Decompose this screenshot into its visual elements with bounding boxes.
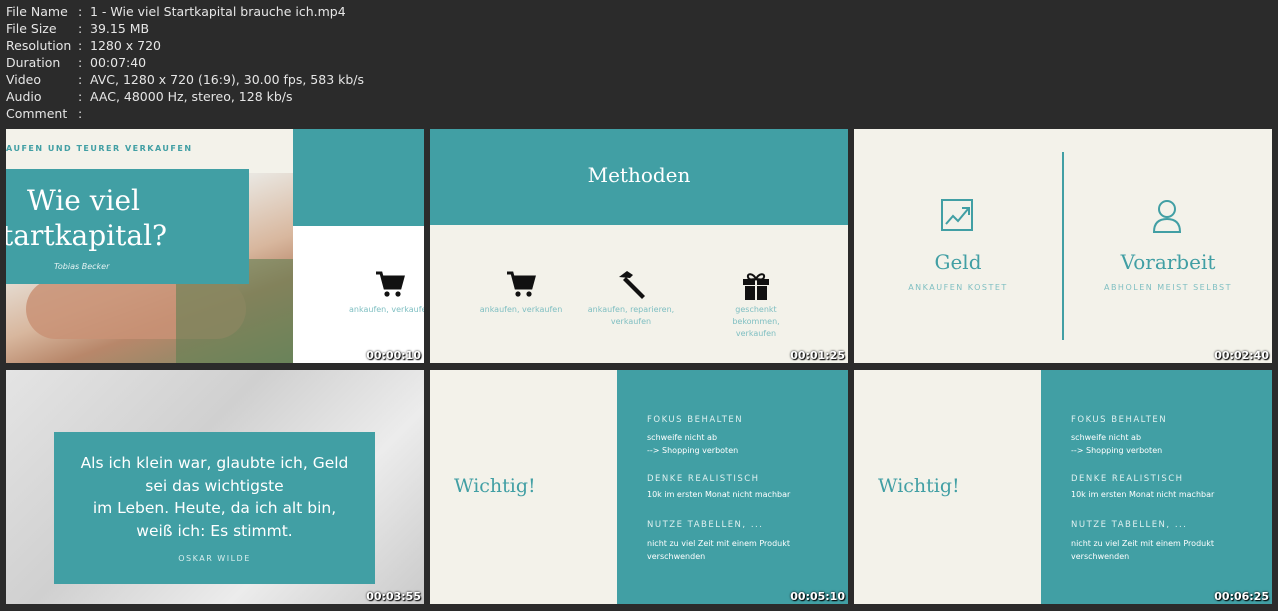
point-1-line-2: --> Shopping verboten [647,446,739,455]
timestamp: 00:03:55 [366,590,421,603]
point-3-line-1: nicht zu viel Zeit mit einem Produkt [1071,539,1214,548]
quote-author: OSKAR WILDE [178,554,251,563]
point-1-line-1: schweife nicht ab [1071,433,1142,442]
right-subtitle: ABHOLEN MEIST SELBST [1103,283,1233,292]
info-key: Comment [6,106,68,121]
chart-icon [940,198,974,232]
teal-block [293,129,424,226]
info-key: Audio [6,89,42,104]
point-1-line-2: --> Shopping verboten [1071,446,1163,455]
timestamp: 00:05:10 [790,590,845,603]
timestamp: 00:06:25 [1214,590,1269,603]
content-panel: FOKUS BEHALTEN schweife nicht ab --> Shop… [617,370,848,604]
slide-title: Wichtig! [454,475,536,497]
thumbnail-4[interactable]: Als ich klein war, glaubte ich, Geld sei… [6,370,424,604]
slide-title: Wichtig! [878,475,960,497]
info-row-duration: Duration:00:07:40 [6,55,147,70]
info-row-filesize: File Size:39.15 MB [6,21,150,36]
info-value: AVC, 1280 x 720 (16:9), 30.00 fps, 583 k… [90,72,365,87]
point-3-body: nicht zu viel Zeit mit einem Produkt vers… [1071,537,1214,563]
hammer-icon [615,269,647,301]
point-1-body: schweife nicht ab --> Shopping verboten [1071,431,1162,457]
thumbnail-1[interactable]: AUFEN UND TEURER VERKAUFEN Wie viel tart… [6,129,424,363]
point-3-line-2: verschwenden [1071,552,1130,561]
method-3-line-3: verkaufen [735,329,777,338]
gift-icon [741,269,771,301]
slide-header: AUFEN UND TEURER VERKAUFEN [6,144,193,153]
point-3-line-1: nicht zu viel Zeit mit einem Produkt [647,539,790,548]
quote-line-4: weiß ich: Es stimmt. [136,521,293,540]
point-1-heading: FOKUS BEHALTEN [647,415,744,425]
content-panel: FOKUS BEHALTEN schweife nicht ab --> Shop… [1041,370,1272,604]
method-2-line-2: verkaufen [610,317,652,326]
point-3-line-2: verschwenden [647,552,706,561]
point-3-heading: NUTZE TABELLEN, ... [1071,520,1188,530]
method-3-line-2: bekommen, [732,317,780,326]
method-2-label: ankaufen, reparieren, verkaufen [581,304,681,328]
info-key: Video [6,72,42,87]
left-subtitle: ANKAUFEN KOSTET [908,283,1008,292]
title-line-1: Wie viel [27,184,141,217]
thumbnail-2[interactable]: Methoden ankaufen, verkaufen ankaufen, r… [430,129,848,363]
quote-line-1: Als ich klein war, glaubte ich, Geld [80,454,349,472]
cart-icon [375,271,405,299]
title-line-2: tartkapital? [6,219,168,252]
timestamp: 00:00:10 [366,349,421,362]
method-3-label: geschenkt bekommen, verkaufen [706,304,806,340]
info-row-resolution: Resolution:1280 x 720 [6,38,162,53]
method-2-line-1: ankaufen, reparieren, [587,305,675,314]
point-2-heading: DENKE REALISTISCH [647,474,760,484]
thumbnail-3[interactable]: Geld ANKAUFEN KOSTET Vorarbeit ABHOLEN M… [854,129,1272,363]
info-row-audio: Audio: AAC, 48000 Hz, stereo, 128 kb/s [6,89,293,104]
info-key: Resolution [6,38,72,53]
cart-label: ankaufen, verkaufe [349,305,424,314]
info-value: 39.15 MB [90,21,150,36]
left-title: Geld [934,250,982,274]
author-name: Tobias Becker [54,262,110,271]
title-box: Wie viel tartkapital? Tobias Becker [6,169,249,284]
timestamp: 00:02:40 [1214,349,1269,362]
slide-title: Methoden [587,163,691,187]
info-value: 1 - Wie viel Startkapital brauche ich.mp… [90,4,346,19]
point-3-heading: NUTZE TABELLEN, ... [647,520,764,530]
cart-icon [506,271,536,299]
thumbnail-5[interactable]: Wichtig! FOKUS BEHALTEN schweife nicht a… [430,370,848,604]
info-row-comment: Comment: [6,106,83,121]
title-band: Methoden [430,129,848,225]
method-3-line-1: geschenkt [735,305,777,314]
info-value: 1280 x 720 [90,38,162,53]
point-2-body: 10k im ersten Monat nicht machbar [647,490,791,499]
divider [1062,152,1064,340]
info-key: File Name [6,4,68,19]
info-row-video: Video: AVC, 1280 x 720 (16:9), 30.00 fps,… [6,72,365,87]
point-3-body: nicht zu viel Zeit mit einem Produkt vers… [647,537,790,563]
quote-line-3: im Leben. Heute, da ich alt bin, [92,499,337,517]
quote-line-2: sei das wichtigste [145,476,284,495]
quote-text: Als ich klein war, glaubte ich, Geld sei… [54,452,375,542]
info-key: Duration [6,55,61,70]
point-1-body: schweife nicht ab --> Shopping verboten [647,431,738,457]
info-value: AAC, 48000 Hz, stereo, 128 kb/s [90,89,293,104]
right-title: Vorarbeit [1120,250,1216,274]
point-1-line-1: schweife nicht ab [647,433,718,442]
timestamp: 00:01:25 [790,349,845,362]
info-value: 00:07:40 [90,55,147,70]
info-row-filename: File Name:1 - Wie viel Startkapital brau… [6,4,346,19]
point-1-heading: FOKUS BEHALTEN [1071,415,1168,425]
method-1-label: ankaufen, verkaufen [479,305,563,314]
user-icon [1152,199,1182,233]
info-key: File Size [6,21,57,36]
point-2-heading: DENKE REALISTISCH [1071,474,1184,484]
file-info-panel: File Name:1 - Wie viel Startkapital brau… [6,3,364,122]
thumbnail-6[interactable]: Wichtig! FOKUS BEHALTEN schweife nicht a… [854,370,1272,604]
quote-box: Als ich klein war, glaubte ich, Geld sei… [54,432,375,584]
point-2-body: 10k im ersten Monat nicht machbar [1071,490,1215,499]
